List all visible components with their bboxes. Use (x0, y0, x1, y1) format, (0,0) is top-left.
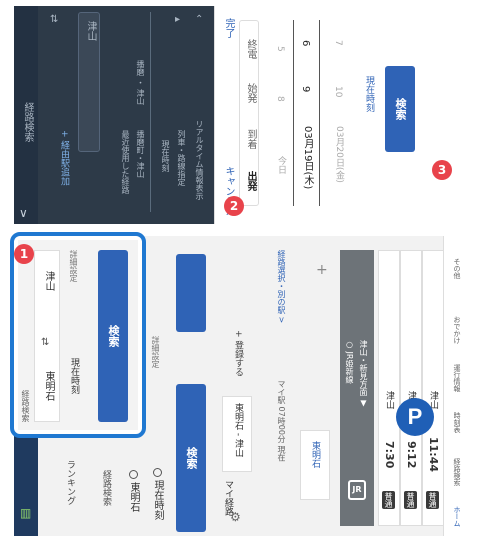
recent-route[interactable]: 播磨町・津山 (135, 130, 146, 178)
nav-outing[interactable]: おでかけ (452, 316, 462, 344)
time-option-text: 現在時刻 (152, 480, 163, 521)
hour-selected[interactable]: 9 (300, 86, 311, 92)
to-input[interactable]: 津山 (78, 12, 100, 152)
plus-icon[interactable]: + (316, 262, 328, 278)
my-route-value: 東明石 - 津山 (233, 403, 243, 457)
detail-setting-link[interactable]: 詳細設定 (150, 336, 161, 368)
callout-station-card[interactable]: 東明石 ⇅ 津山 (34, 250, 60, 422)
add-via-link[interactable]: + 経由駅追加 (58, 130, 71, 185)
tab-last-train[interactable]: 終電 (243, 39, 258, 59)
train-type-tag: 普通 (426, 491, 439, 509)
departure-row[interactable]: 普通 9:12 津山 (400, 250, 422, 526)
jr-line-header: JR ○ JR姫新線 津山・新見方面 ▼ (340, 250, 374, 526)
nav-timetable[interactable]: 時刻表 (452, 412, 462, 433)
search-button-sheet[interactable]: 検索 (385, 66, 415, 152)
station-tag: 東明石 (310, 441, 320, 468)
swap-arrow-icon[interactable]: ⇅ (41, 337, 49, 348)
date-next[interactable]: 03月20日(金) (333, 126, 346, 183)
search-button-secondary[interactable] (176, 254, 206, 332)
train-type-tag: 普通 (404, 491, 417, 509)
bottom-section-title: 経路検索 (101, 470, 111, 506)
recent-label: 最近使用した経路 (121, 130, 130, 194)
top-header-bar: 経路検索 ∨ (14, 6, 38, 224)
tab-arrival[interactable]: 到着 (243, 129, 258, 149)
callout-content: 経路検索 東明石 ⇅ 津山 現在時刻 詳細設定 検索 (18, 240, 138, 430)
hour-next[interactable]: 10 (333, 86, 343, 97)
departure-time: 7:30 (383, 441, 396, 469)
route-search-screen-dark (14, 6, 214, 224)
option-train-line[interactable]: 列車・路線指定 (176, 130, 187, 186)
back-chevron-icon[interactable]: ∨ (19, 206, 28, 220)
minute-prev[interactable]: 5 (275, 46, 285, 52)
nav-operation[interactable]: 運行情報 (452, 364, 462, 392)
callout-to: 津山 (43, 271, 54, 291)
from-station-text: 東明石 (128, 482, 139, 513)
callout-search-button[interactable]: 検索 (98, 250, 128, 422)
register-button[interactable]: + 登録する (232, 330, 245, 376)
jr-line-direction[interactable]: 津山・新見方面 ▼ (358, 340, 369, 408)
hour-prev[interactable]: 8 (275, 96, 285, 102)
time-picker-sheet: キャンセル 完了 出発 到着 始発 終電 今日 8 5 03月19日(木) 9 … (214, 6, 472, 224)
callout-badge-3: 3 (432, 160, 452, 180)
tab-departure[interactable]: 出発 (243, 171, 258, 191)
callout-badge-1: 1 (14, 244, 34, 264)
nav-other[interactable]: その他 (452, 258, 462, 279)
departure-row[interactable]: 普通 7:30 津山 (378, 250, 400, 526)
bottom-navigation: ホーム 経路検索 時刻表 運行情報 おでかけ その他 (443, 236, 472, 536)
change-station-link[interactable]: 経路選択・別の駅 > (276, 250, 287, 323)
time-option[interactable]: 現在時刻 (150, 468, 165, 520)
signal-icon: ▥ (20, 506, 32, 520)
callout-detail[interactable]: 詳細設定 (68, 250, 79, 282)
train-type-tag: 普通 (382, 491, 395, 509)
station-tag-card[interactable]: 東明石 (300, 430, 330, 500)
tab-first-train[interactable]: 始発 (243, 83, 258, 103)
departure-time: 11:44 (427, 437, 440, 473)
nav-home[interactable]: ホーム (452, 506, 462, 527)
to-input-value: 津山 (85, 21, 96, 41)
callout-title: 経路検索 (21, 390, 30, 422)
my-route-card[interactable]: 東明石 - 津山 (222, 396, 252, 472)
divider (150, 12, 151, 212)
option-realtime[interactable]: リアルタイム情報表示 (194, 120, 205, 200)
my-updated-time: マイ駅 07時00分 現在 (277, 380, 286, 462)
chevron-right-icon: ▸ (175, 14, 181, 25)
settings-gear-icon[interactable]: ⚙ (230, 510, 241, 524)
now-button[interactable]: 現在時刻 (363, 76, 376, 112)
callout-badge-2: 2 (224, 196, 244, 216)
minute-selected[interactable]: 6 (300, 40, 311, 46)
option-current-time[interactable]: 現在時刻 (160, 140, 171, 172)
swap-icon[interactable]: ⇅ (50, 14, 58, 25)
minute-next[interactable]: 7 (333, 40, 343, 46)
radio-icon (128, 470, 138, 479)
departure-time: 9:12 (405, 441, 418, 469)
done-button[interactable]: 完了 (221, 18, 236, 38)
callout-from: 東明石 (43, 371, 54, 401)
chevron-up-icon: ⌃ (195, 14, 204, 25)
departure-row[interactable]: 普通 11:44 津山 (422, 250, 444, 526)
search-button[interactable]: 検索 (176, 384, 206, 532)
jr-logo-icon: JR (348, 480, 366, 500)
parking-p-icon[interactable]: P (396, 398, 434, 436)
nav-route[interactable]: 経路検索 (452, 458, 462, 486)
type-tabs: 出発 到着 始発 終電 (239, 20, 259, 206)
date-prev[interactable]: 今日 (275, 156, 288, 174)
recent-route-time: 播磨 ・ 津山 (136, 60, 145, 106)
app-logo-text: ランキング (65, 460, 75, 505)
date-selected[interactable]: 03月19日(木) (300, 126, 315, 189)
from-station[interactable]: 東明石 (126, 470, 141, 512)
jr-line-name: ○ JR姫新線 (345, 340, 354, 384)
callout-time-option[interactable]: 現在時刻 (68, 358, 81, 394)
departure-dest: 津山 (384, 391, 394, 409)
top-header-title: 経路検索 (22, 102, 33, 142)
clock-icon (152, 468, 162, 477)
